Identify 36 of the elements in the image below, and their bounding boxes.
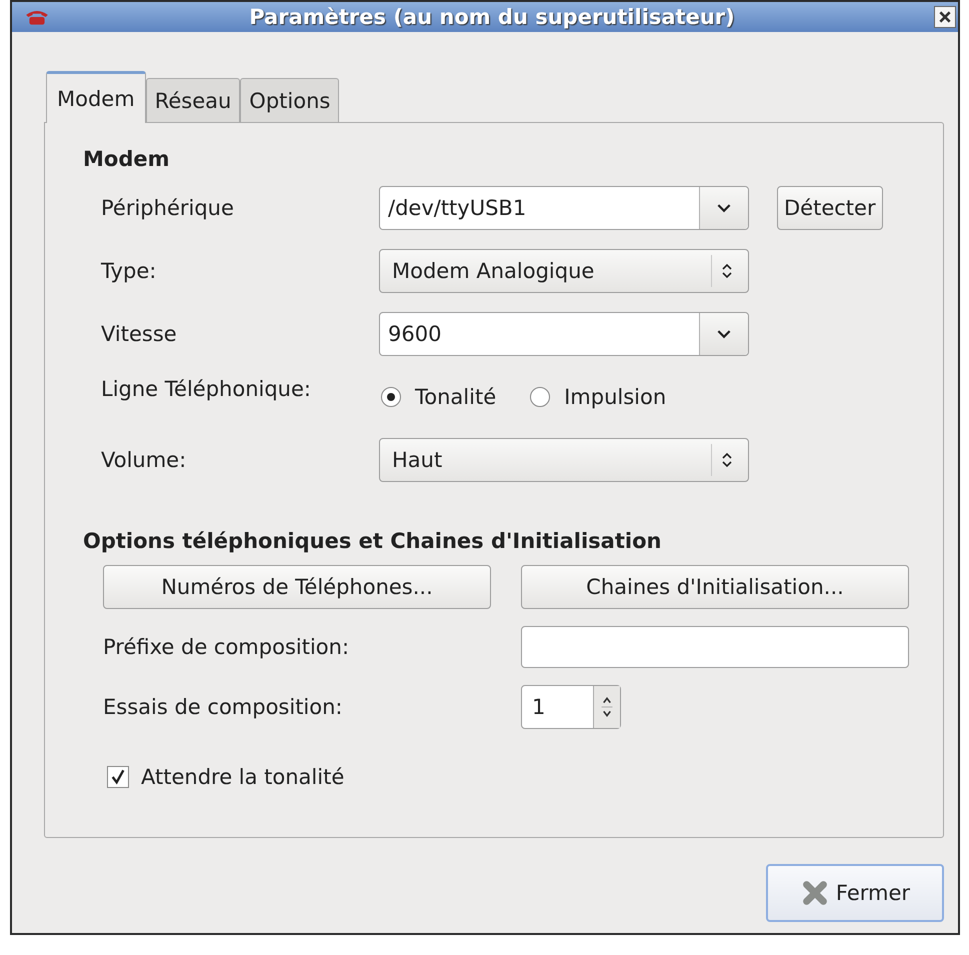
field-label: Essais de composition:: [103, 694, 344, 721]
dropdown[interactable]: Haut: [379, 438, 749, 482]
radio-option[interactable]: Impulsion: [528, 377, 666, 417]
close-dialog-button[interactable]: Fermer: [766, 864, 944, 922]
close-icon: [938, 10, 952, 24]
tab[interactable]: Réseau: [146, 78, 240, 122]
field-label: Ligne Téléphonique:: [101, 377, 312, 403]
combo-box[interactable]: 9600: [379, 312, 749, 356]
field-label: Préfixe de composition:: [103, 634, 350, 661]
dialog-button[interactable]: Numéros de Téléphones...: [103, 565, 491, 609]
dialog-button[interactable]: Chaines d'Initialisation...: [521, 565, 909, 609]
chevron-down-icon: [717, 330, 731, 338]
checkbox-option[interactable]: Attendre la tonalité: [107, 765, 344, 789]
chevron-down-icon: [717, 204, 731, 212]
tab[interactable]: Options: [240, 78, 340, 122]
section-heading: Modem: [83, 147, 170, 171]
telephone-icon: [24, 8, 50, 26]
field-label: Périphérique: [101, 196, 235, 220]
dropdown[interactable]: Modem Analogique: [379, 249, 749, 293]
spin-box[interactable]: 1: [521, 685, 621, 729]
field-label: Type:: [101, 259, 158, 283]
detect-button[interactable]: Détecter: [777, 186, 883, 230]
section-heading: Options téléphoniques et Chaines d'Initialisation: [83, 529, 662, 553]
radio-button[interactable]: [530, 387, 550, 407]
combo-box[interactable]: /dev/ttyUSB1: [379, 186, 749, 230]
input-field[interactable]: [521, 626, 909, 668]
radio-option[interactable]: Tonalité: [379, 377, 496, 417]
checkbox[interactable]: [107, 766, 129, 788]
close-button[interactable]: [934, 6, 956, 28]
radio-button[interactable]: [381, 387, 401, 407]
tab[interactable]: Modem: [46, 71, 146, 123]
up-down-icon: [722, 263, 732, 279]
field-label: Volume:: [101, 448, 188, 472]
field-label: Vitesse: [101, 322, 178, 346]
up-down-icon: [722, 452, 732, 468]
window-title: Paramètres (au nom du superutilisateur): [248, 5, 736, 29]
